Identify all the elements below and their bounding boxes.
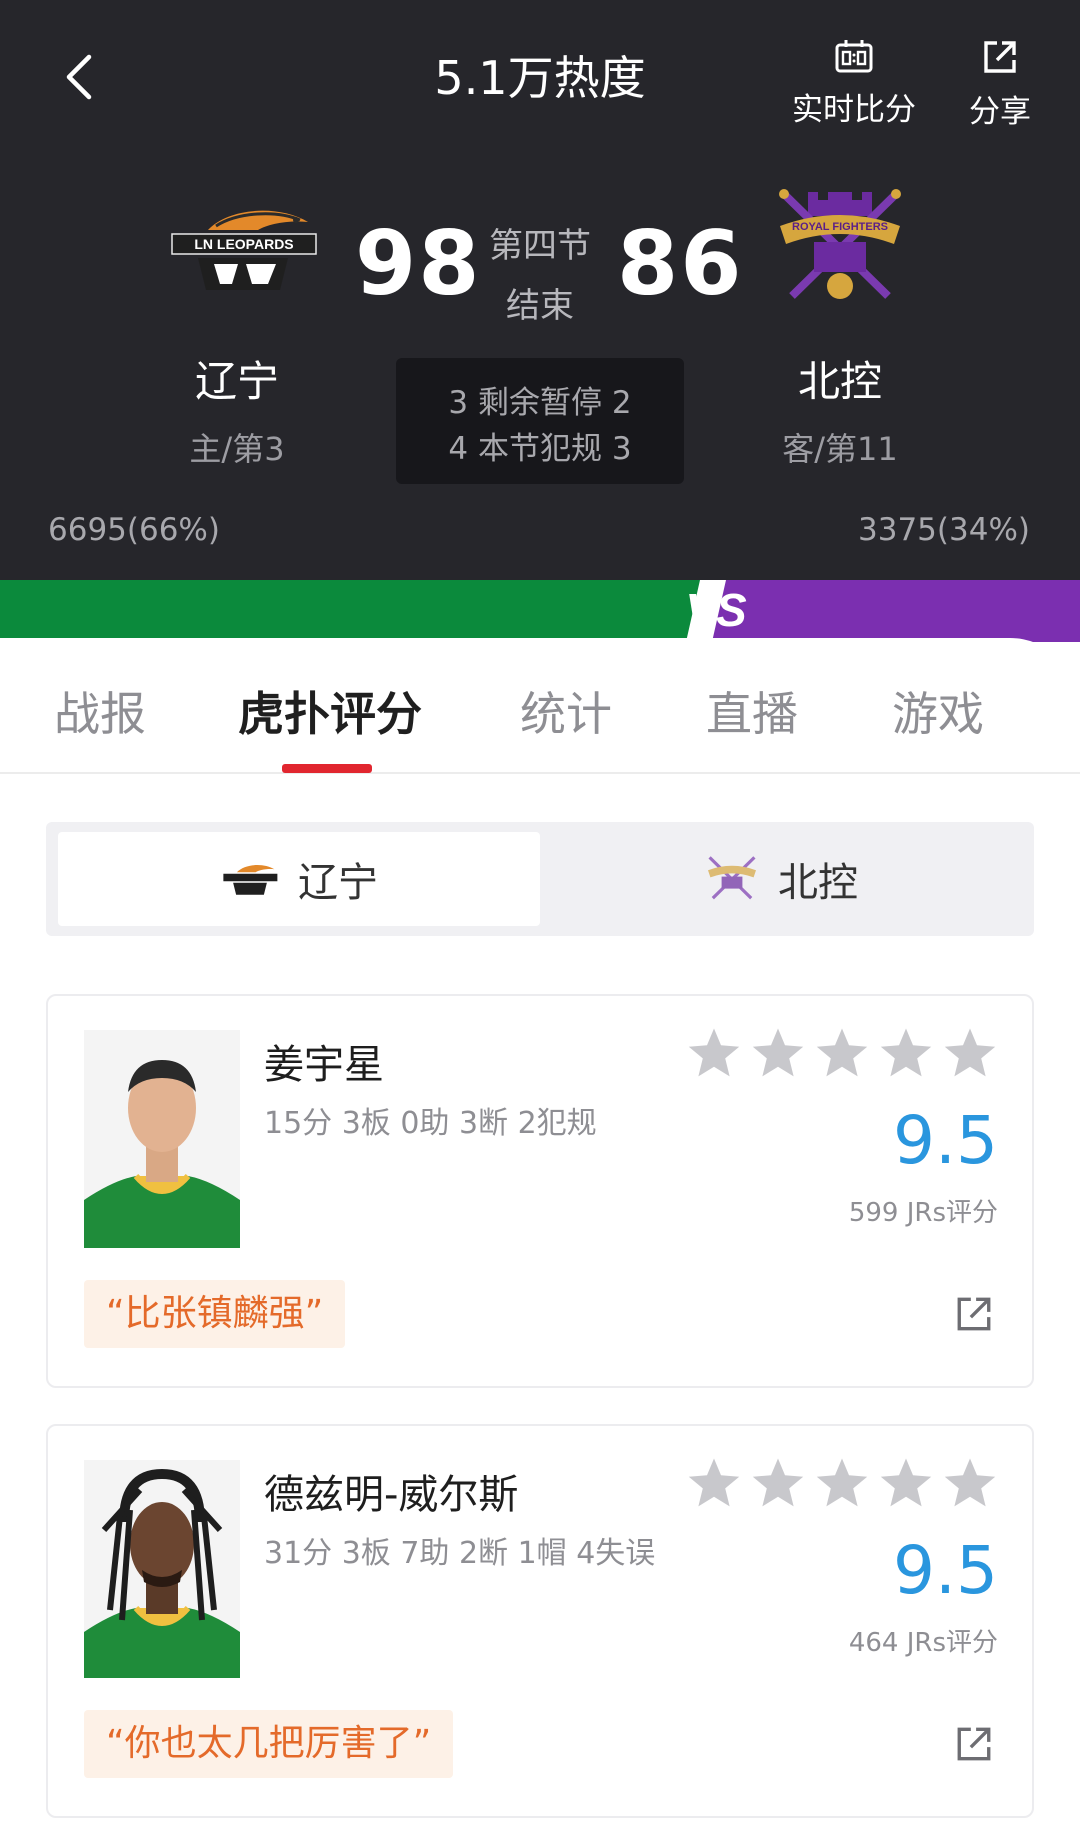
live-score-button[interactable]: 实时比分	[786, 38, 922, 129]
star-icon[interactable]	[942, 1026, 998, 1080]
royal-fighters-logo[interactable]: ROYAL FIGHTERS	[770, 186, 910, 310]
royal-fighters-logo	[708, 856, 756, 900]
tab-games[interactable]: 游戏	[892, 678, 984, 744]
star-rating[interactable]	[686, 1026, 998, 1080]
tab-stats[interactable]: 统计	[520, 678, 612, 744]
player-rating-card[interactable]: 德兹明-威尔斯 31分 3板 7助 2断 1帽 4失误 9.5 464 JRs评…	[46, 1424, 1034, 1818]
top-comment[interactable]: “你也太几把厉害了”	[84, 1710, 454, 1778]
player-stats: 31分 3板 7助 2断 1帽 4失误	[264, 1536, 656, 1571]
home-team-name[interactable]: 辽宁	[137, 348, 337, 409]
share-icon	[984, 41, 1016, 73]
away-team-rank: 客/第11	[782, 430, 898, 468]
away-support-count: 3375(34%)	[858, 512, 1030, 548]
tab-report[interactable]: 战报	[54, 678, 146, 744]
player-photo	[84, 1030, 240, 1248]
share-icon[interactable]	[954, 1294, 994, 1334]
support-split-bar: VS	[0, 580, 1080, 642]
player-rating-score: 9.5	[893, 1102, 998, 1179]
switch-home-label: 辽宁	[298, 860, 378, 906]
tab-live[interactable]: 直播	[706, 678, 798, 744]
player-rating-card[interactable]: 姜宇星 15分 3板 0助 3断 2犯规 9.5 599 JRs评分 “比张镇麟…	[46, 994, 1034, 1388]
share-icon[interactable]	[954, 1724, 994, 1764]
player-name: 姜宇星	[264, 1042, 384, 1088]
team-switcher: 辽宁 北控	[46, 822, 1034, 936]
star-icon[interactable]	[750, 1456, 806, 1510]
player-name: 德兹明-威尔斯	[264, 1472, 519, 1518]
star-icon[interactable]	[750, 1026, 806, 1080]
active-tab-indicator	[282, 764, 372, 773]
star-icon[interactable]	[686, 1026, 742, 1080]
player-stats: 15分 3板 0助 3断 2犯规	[264, 1106, 597, 1141]
home-support-count: 6695(66%)	[48, 512, 220, 548]
rating-vote-count: 599 JRs评分	[848, 1198, 998, 1228]
game-stat-box: 3 剩余暂停 2 4 本节犯规 3	[396, 358, 684, 484]
away-score: 86	[617, 212, 744, 315]
home-team-rank: 主/第3	[189, 430, 285, 468]
share-button[interactable]: 分享	[952, 38, 1048, 131]
star-icon[interactable]	[878, 1026, 934, 1080]
star-icon[interactable]	[878, 1456, 934, 1510]
home-logo-text: LN LEOPARDS	[194, 236, 293, 252]
content-panel: 战报 虎扑评分 统计 直播 游戏 辽宁 北控 姜宇星 15分 3板 0助 3断 …	[0, 638, 1080, 1830]
period-fouls: 4 本节犯规 3	[448, 431, 632, 467]
game-header: 5.1万热度 实时比分 分享 LN LEOPARDS 98 第四节 结束 86	[0, 0, 1080, 580]
game-status: 结束	[506, 286, 574, 326]
star-icon[interactable]	[686, 1456, 742, 1510]
live-score-label: 实时比分	[792, 92, 916, 128]
top-comment[interactable]: “比张镇麟强”	[84, 1280, 346, 1348]
tab-bar: 战报 虎扑评分 统计 直播 游戏	[0, 638, 1080, 774]
switch-away-label: 北控	[778, 860, 858, 906]
switch-home-team[interactable]: 辽宁	[58, 832, 540, 926]
away-logo-text: ROYAL FIGHTERS	[792, 221, 888, 233]
vs-mark: VS	[685, 584, 747, 636]
rating-vote-count: 464 JRs评分	[848, 1628, 998, 1658]
star-icon[interactable]	[942, 1456, 998, 1510]
switch-away-team[interactable]: 北控	[540, 832, 1022, 926]
away-team-name[interactable]: 北控	[740, 348, 940, 409]
game-period: 第四节	[489, 226, 591, 266]
tab-hupu-rating[interactable]: 虎扑评分	[238, 678, 422, 744]
timeouts-remaining: 3 剩余暂停 2	[448, 385, 632, 421]
share-label: 分享	[969, 94, 1031, 130]
player-photo	[84, 1460, 240, 1678]
player-rating-score: 9.5	[893, 1532, 998, 1609]
ln-leopards-logo[interactable]: LN LEOPARDS	[168, 200, 318, 296]
star-rating[interactable]	[686, 1456, 998, 1510]
star-icon[interactable]	[814, 1456, 870, 1510]
ln-leopards-logo	[223, 864, 278, 895]
star-icon[interactable]	[814, 1026, 870, 1080]
scoreboard-icon	[835, 40, 873, 73]
